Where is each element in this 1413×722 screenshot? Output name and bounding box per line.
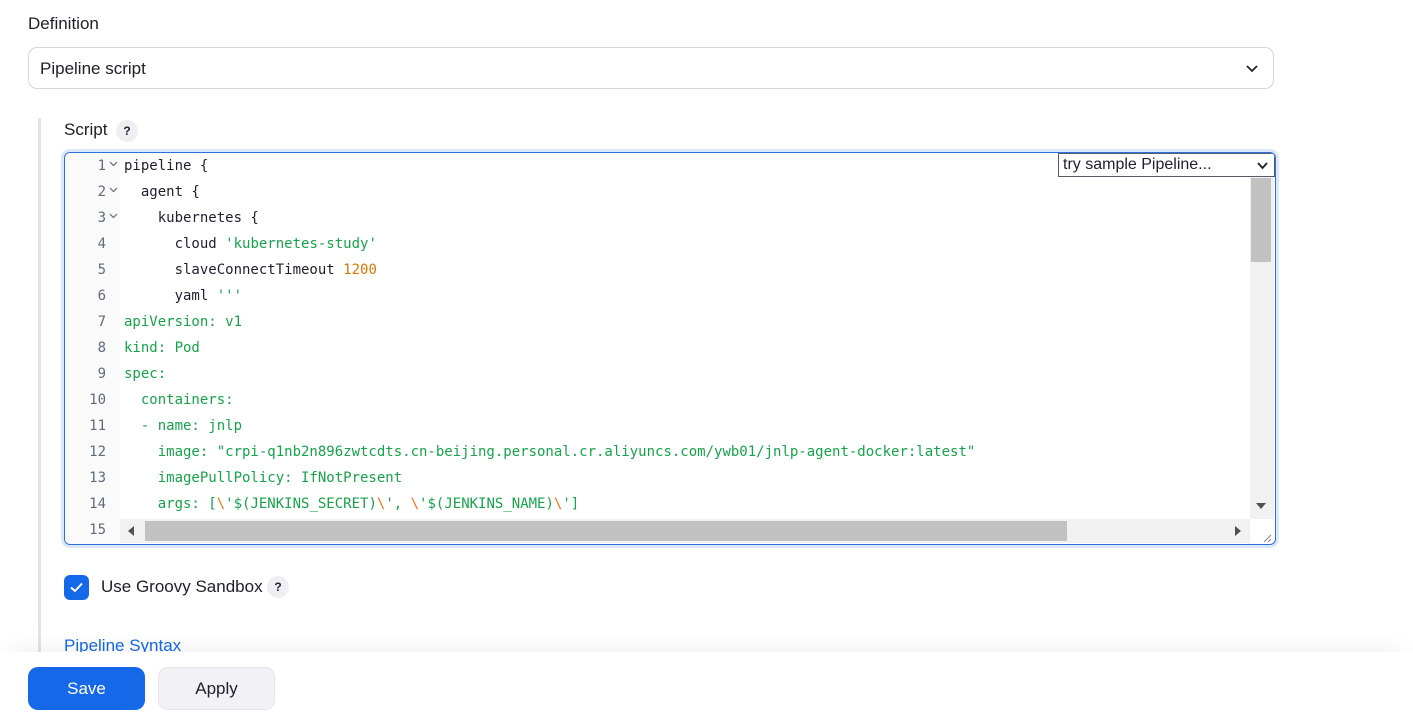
code-string: '] <box>562 496 580 512</box>
code-text: apiVersion: v1 <box>124 314 243 330</box>
line-number: 8 <box>97 340 106 356</box>
apply-button[interactable]: Apply <box>158 667 275 710</box>
code-keyword: slaveConnectTimeout <box>124 262 344 278</box>
fold-chevron-icon[interactable] <box>109 211 118 220</box>
vertical-scrollbar-thumb[interactable] <box>1251 178 1271 262</box>
script-label: Script <box>64 120 108 139</box>
section-indent-bar <box>38 118 41 652</box>
code-line: 4 cloud 'kubernetes-study' <box>65 231 1250 257</box>
sample-pipeline-select[interactable]: try sample Pipeline... <box>1058 153 1275 177</box>
line-number: 15 <box>89 522 106 538</box>
code-string: ', <box>385 496 411 512</box>
code-text: kind: Pod <box>124 340 200 356</box>
line-number: 10 <box>89 392 106 408</box>
scroll-down-arrow-icon[interactable] <box>1256 503 1266 509</box>
code-text: agent { <box>124 184 200 200</box>
groovy-sandbox-checkbox[interactable] <box>64 575 89 600</box>
code-keyword: yaml <box>124 288 217 304</box>
code-escape: \ <box>216 496 226 512</box>
code-line: 10 containers: <box>65 387 1250 413</box>
fold-chevron-icon[interactable] <box>109 185 118 194</box>
code-line: 11 - name: jnlp <box>65 413 1250 439</box>
code-line: 13 imagePullPolicy: IfNotPresent <box>65 465 1250 491</box>
line-number: 14 <box>89 496 106 512</box>
code-text: slaveConnectTimeout 1200 <box>124 262 377 278</box>
code-line: 8 kind: Pod <box>65 335 1250 361</box>
code-line: 3 kubernetes { <box>65 205 1250 231</box>
line-number: 13 <box>89 470 106 486</box>
fold-chevron-icon[interactable] <box>109 159 118 168</box>
line-number: 2 <box>97 184 106 200</box>
line-number: 11 <box>89 418 106 434</box>
sample-pipeline-value: try sample Pipeline... <box>1063 156 1212 173</box>
code-string: '$(JENKINS_NAME) <box>419 496 554 512</box>
sandbox-help-icon[interactable]: ? <box>267 576 289 598</box>
line-number: 7 <box>97 314 106 330</box>
script-help-icon[interactable]: ? <box>116 120 138 142</box>
scroll-right-arrow-icon[interactable] <box>1235 526 1241 536</box>
chevron-down-icon <box>1246 65 1258 73</box>
definition-select[interactable]: Pipeline script <box>28 47 1274 89</box>
code-text: kubernetes { <box>124 210 259 226</box>
code-text: imagePullPolicy: IfNotPresent <box>124 470 403 486</box>
code-line: 9 spec: <box>65 361 1250 387</box>
resize-handle-icon[interactable] <box>1262 533 1272 543</box>
chevron-down-icon <box>1257 162 1268 170</box>
code-text: image: "crpi-q1nb2n896zwtcdts.cn-beijing… <box>124 444 976 460</box>
code-line: 14 args: [\'$(JENKINS_SECRET)\', \'$(JEN… <box>65 491 1250 517</box>
code-escape: \ <box>410 496 420 512</box>
definition-select-value: Pipeline script <box>40 59 146 78</box>
line-number: 12 <box>89 444 106 460</box>
save-button[interactable]: Save <box>28 667 145 710</box>
code-text: - name: jnlp <box>124 418 243 434</box>
code-text: cloud 'kubernetes-study' <box>124 236 377 252</box>
code-line: 6 yaml ''' <box>65 283 1250 309</box>
code-line: 12 image: "crpi-q1nb2n896zwtcdts.cn-beij… <box>65 439 1250 465</box>
code-string: '$(JENKINS_SECRET) <box>225 496 377 512</box>
code-line: 2 agent { <box>65 179 1250 205</box>
checkmark-icon <box>70 582 83 593</box>
code-text: pipeline { <box>124 158 209 174</box>
groovy-sandbox-label[interactable]: Use Groovy Sandbox <box>101 577 263 597</box>
script-editor[interactable]: 1 pipeline { 2 agent { 3 kubernetes { 4 … <box>64 152 1276 545</box>
code-string: ''' <box>216 288 243 304</box>
line-number: 5 <box>97 262 106 278</box>
definition-label: Definition <box>28 14 99 33</box>
code-text: args: [\'$(JENKINS_SECRET)\', \'$(JENKIN… <box>124 496 580 512</box>
line-number: 3 <box>97 210 106 226</box>
code-line: 5 slaveConnectTimeout 1200 <box>65 257 1250 283</box>
code-line: 7 apiVersion: v1 <box>65 309 1250 335</box>
code-string: args: [ <box>124 496 217 512</box>
line-number: 9 <box>97 366 106 382</box>
code-text: spec: <box>124 366 167 382</box>
line-number: 1 <box>97 158 106 174</box>
line-number: 4 <box>97 236 106 252</box>
code-keyword: cloud <box>124 236 226 252</box>
line-number: 6 <box>97 288 106 304</box>
code-text: containers: <box>124 392 234 408</box>
horizontal-scrollbar-thumb[interactable] <box>145 521 1067 541</box>
code-string: 'kubernetes-study' <box>225 236 377 252</box>
code-text: yaml ''' <box>124 288 242 304</box>
code-number: 1200 <box>343 262 377 278</box>
scroll-left-arrow-icon[interactable] <box>128 526 134 536</box>
